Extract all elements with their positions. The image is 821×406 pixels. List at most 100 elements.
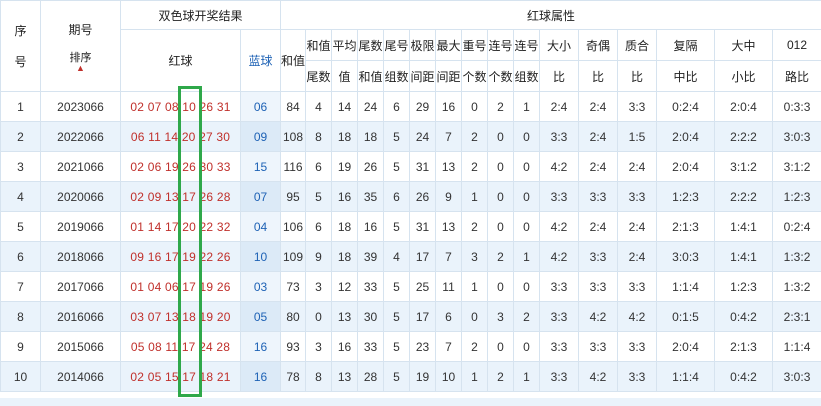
row-attr-6: 31 bbox=[409, 151, 437, 182]
row-attr-2: 6 bbox=[305, 151, 333, 182]
row-red-balls: 01 04 06 17 19 26 bbox=[120, 271, 241, 302]
row-attr-3: 13 bbox=[331, 361, 359, 392]
header-attr-3-line2: 值 bbox=[331, 60, 359, 92]
row-attr-5: 6 bbox=[383, 91, 411, 122]
row-attr-10: 0 bbox=[513, 271, 541, 302]
row-seq: 2 bbox=[0, 121, 41, 152]
row-attr-13: 3:3 bbox=[617, 361, 658, 392]
row-attr-9: 0 bbox=[487, 151, 515, 182]
row-attr-11: 3:3 bbox=[539, 331, 580, 362]
header-attr-11-line1: 大小 bbox=[539, 29, 580, 61]
row-red-balls: 02 09 13 17 26 28 bbox=[120, 181, 241, 212]
header-red-ball: 红球 bbox=[120, 29, 241, 92]
row-attr-6: 17 bbox=[409, 241, 437, 272]
row-attr-15: 2:2:2 bbox=[714, 121, 774, 152]
row-attr-7: 16 bbox=[435, 91, 463, 122]
header-attr-13-line1: 质合 bbox=[617, 29, 658, 61]
header-attr-12-line2: 比 bbox=[578, 60, 619, 92]
row-attr-13: 2:4 bbox=[617, 151, 658, 182]
row-attr-16: 0:2:4 bbox=[772, 211, 821, 242]
row-attr-1: 95 bbox=[280, 181, 307, 212]
row-attr-15: 1:4:1 bbox=[714, 211, 774, 242]
row-attr-8: 2 bbox=[461, 331, 489, 362]
header-attr-4-line2: 和值 bbox=[357, 60, 385, 92]
row-seq: 8 bbox=[0, 301, 41, 332]
row-issue: 2020066 bbox=[40, 181, 121, 212]
row-attr-2: 8 bbox=[305, 121, 333, 152]
row-attr-12: 3:3 bbox=[578, 271, 619, 302]
row-issue: 2018066 bbox=[40, 241, 121, 272]
row-attr-4: 33 bbox=[357, 331, 385, 362]
row-blue-ball: 06 bbox=[239, 91, 282, 122]
header-blue-ball: 蓝球 bbox=[239, 29, 282, 92]
header-attr-15-line1: 大中 bbox=[714, 29, 774, 61]
row-attr-8: 3 bbox=[461, 241, 489, 272]
row-attr-1: 109 bbox=[280, 241, 307, 272]
header-issue-label: 期号 bbox=[68, 22, 93, 37]
row-attr-9: 2 bbox=[487, 91, 515, 122]
row-attr-10: 1 bbox=[513, 91, 541, 122]
row-issue: 2014066 bbox=[40, 361, 121, 392]
row-seq: 1 bbox=[0, 91, 41, 122]
header-attr-5-line2: 组数 bbox=[383, 60, 411, 92]
row-attr-16: 1:3:2 bbox=[772, 241, 821, 272]
row-attr-16: 3:0:3 bbox=[772, 361, 821, 392]
row-attr-10: 1 bbox=[513, 241, 541, 272]
row-attr-3: 14 bbox=[331, 91, 359, 122]
row-attr-5: 5 bbox=[383, 211, 411, 242]
table-row: 2 2022066 06 11 14 20 27 30 09 108 8 18 18 5 24 7 2… bbox=[0, 121, 821, 152]
header-attr-14-line1: 复隔 bbox=[656, 29, 716, 61]
row-attr-6: 24 bbox=[409, 121, 437, 152]
row-seq: 6 bbox=[0, 241, 41, 272]
row-attr-8: 0 bbox=[461, 301, 489, 332]
row-attr-6: 25 bbox=[409, 271, 437, 302]
row-attr-6: 23 bbox=[409, 331, 437, 362]
table-row: 9 2015066 05 08 11 17 24 28 16 93 3 16 33 5 23 7 2 0… bbox=[0, 331, 821, 362]
row-attr-12: 2:4 bbox=[578, 91, 619, 122]
row-issue: 2022066 bbox=[40, 121, 121, 152]
row-attr-1: 73 bbox=[280, 271, 307, 302]
row-red-balls: 02 05 15 17 18 21 bbox=[120, 361, 241, 392]
row-attr-7: 7 bbox=[435, 331, 463, 362]
row-attr-12: 3:3 bbox=[578, 331, 619, 362]
row-attr-8: 2 bbox=[461, 151, 489, 182]
sort-toggle[interactable]: 排序 ▲ bbox=[70, 52, 92, 73]
row-attr-16: 3:0:3 bbox=[772, 121, 821, 152]
row-attr-16: 1:3:2 bbox=[772, 271, 821, 302]
row-attr-14: 1:1:4 bbox=[656, 271, 716, 302]
row-seq: 7 bbox=[0, 271, 41, 302]
row-attr-10: 0 bbox=[513, 181, 541, 212]
row-attr-4: 39 bbox=[357, 241, 385, 272]
row-attr-13: 4:2 bbox=[617, 301, 658, 332]
row-attr-12: 4:2 bbox=[578, 361, 619, 392]
row-attr-1: 106 bbox=[280, 211, 307, 242]
row-attr-13: 1:5 bbox=[617, 121, 658, 152]
row-attr-8: 0 bbox=[461, 91, 489, 122]
row-attr-6: 19 bbox=[409, 361, 437, 392]
row-attr-3: 13 bbox=[331, 301, 359, 332]
row-attr-10: 0 bbox=[513, 151, 541, 182]
row-attr-2: 3 bbox=[305, 271, 333, 302]
header-attr-8-line1: 重号 bbox=[461, 29, 489, 61]
row-attr-8: 1 bbox=[461, 271, 489, 302]
row-attr-6: 31 bbox=[409, 211, 437, 242]
row-attr-13: 2:4 bbox=[617, 241, 658, 272]
row-attr-7: 10 bbox=[435, 361, 463, 392]
row-attr-13: 2:4 bbox=[617, 211, 658, 242]
row-attr-15: 0:4:2 bbox=[714, 361, 774, 392]
row-attr-7: 6 bbox=[435, 301, 463, 332]
header-attr-11-line2: 比 bbox=[539, 60, 580, 92]
row-attr-5: 5 bbox=[383, 361, 411, 392]
row-attr-10: 1 bbox=[513, 361, 541, 392]
row-attr-8: 1 bbox=[461, 361, 489, 392]
row-attr-2: 5 bbox=[305, 181, 333, 212]
row-attr-2: 9 bbox=[305, 241, 333, 272]
row-attr-11: 2:4 bbox=[539, 91, 580, 122]
row-attr-7: 11 bbox=[435, 271, 463, 302]
row-attr-2: 6 bbox=[305, 211, 333, 242]
row-attr-14: 0:1:5 bbox=[656, 301, 716, 332]
row-attr-4: 16 bbox=[357, 211, 385, 242]
row-red-balls: 06 11 14 20 27 30 bbox=[120, 121, 241, 152]
header-attr-2-line2: 尾数 bbox=[305, 60, 333, 92]
row-attr-14: 1:2:3 bbox=[656, 181, 716, 212]
